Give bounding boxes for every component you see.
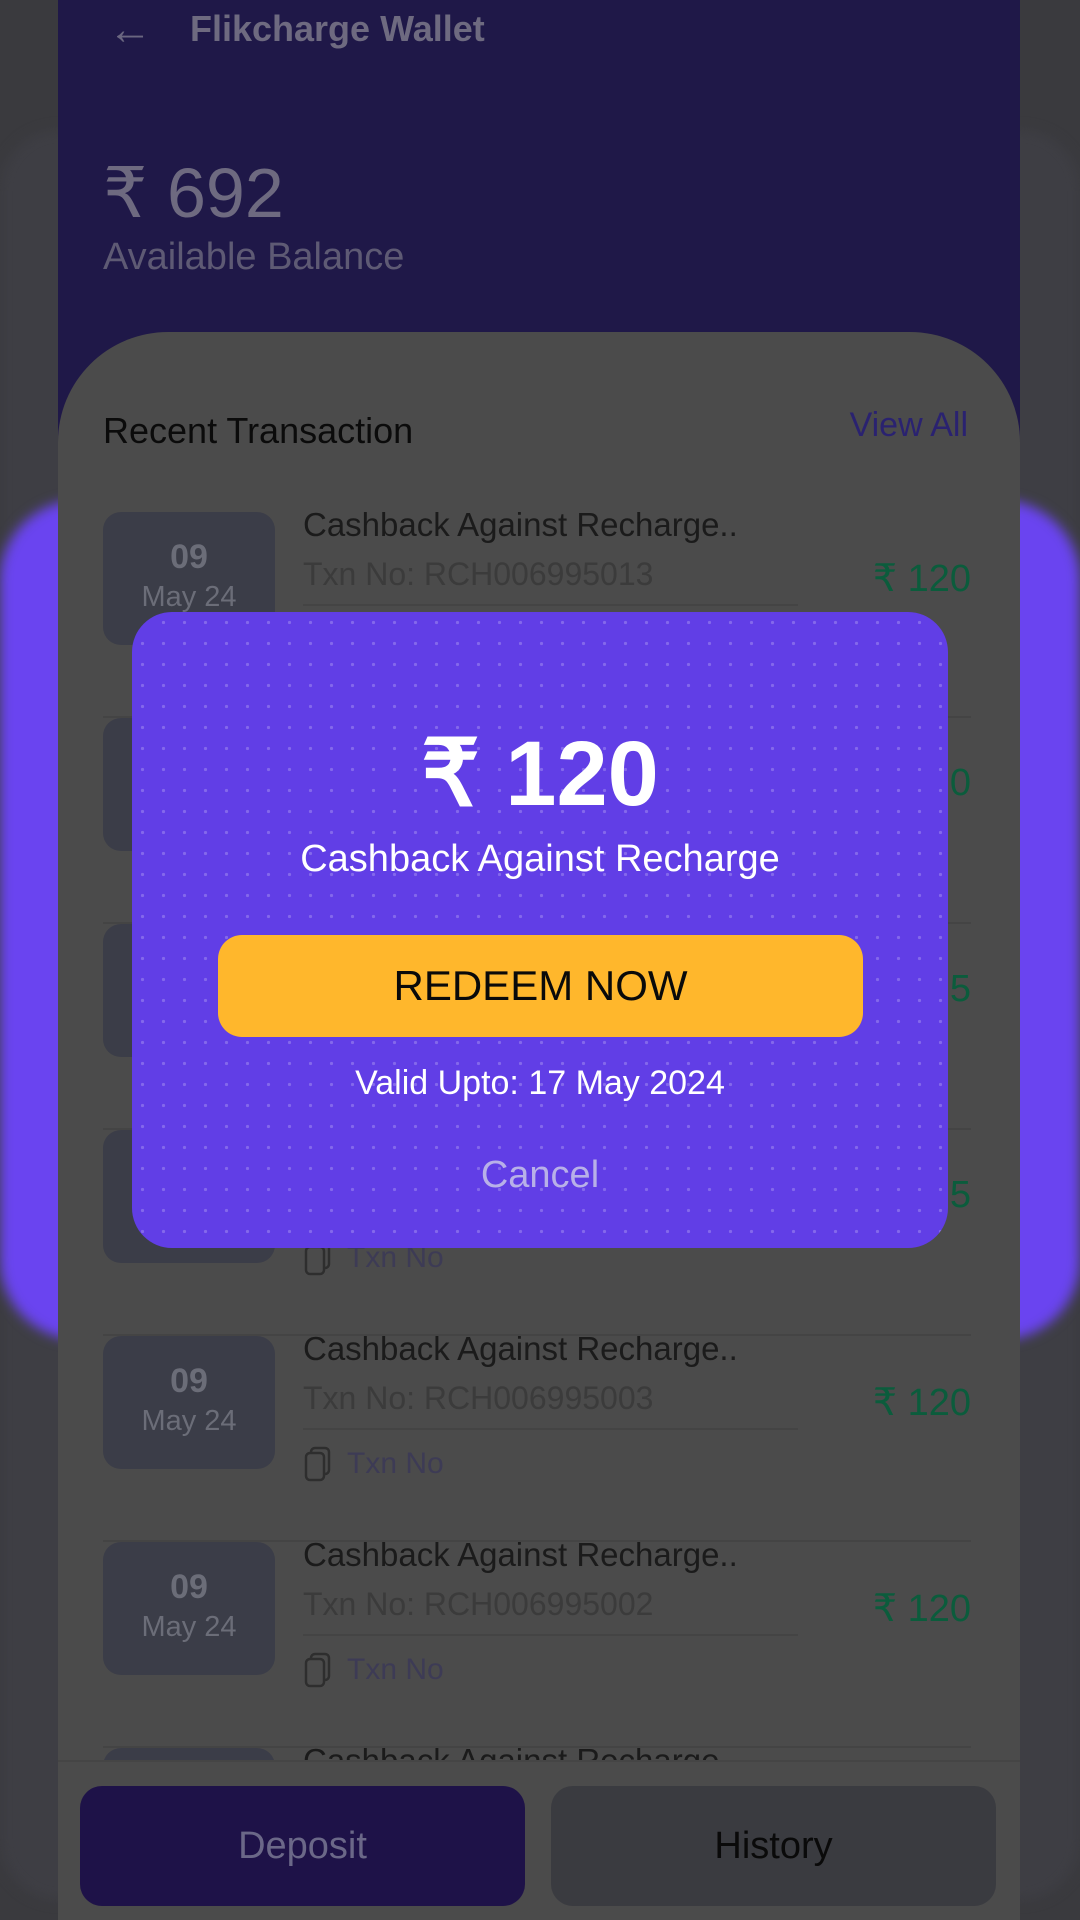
deposit-button[interactable]: Deposit	[80, 1786, 525, 1906]
cashback-amount: ₹ 120	[421, 723, 659, 825]
copy-icon	[304, 1652, 331, 1688]
cashback-dialog: ₹ 120 Cashback Against Recharge REDEEM N…	[132, 612, 948, 1248]
transaction-amount: ₹ 120	[872, 558, 971, 600]
copy-label: Txn No	[347, 1653, 444, 1686]
bottom-bar: Deposit History	[58, 1760, 1020, 1920]
back-button[interactable]: ←	[108, 8, 168, 52]
arrow-left-icon: ←	[108, 5, 152, 54]
redeem-now-button[interactable]: REDEEM NOW	[218, 935, 863, 1037]
transaction-amount: 0	[949, 762, 971, 804]
copy-txn-button[interactable]: Txn No	[303, 1652, 444, 1688]
date-badge: 09 May 24	[103, 1336, 275, 1469]
divider	[303, 1428, 798, 1430]
date-day: 09	[170, 1362, 208, 1400]
page-title: Flikcharge Wallet	[190, 8, 485, 49]
transaction-amount: 5	[949, 968, 971, 1010]
transaction-title: Cashback Against Recharge..	[303, 506, 738, 543]
copy-txn-button[interactable]: Txn No	[303, 1446, 444, 1482]
section-title: Recent Transaction	[103, 410, 414, 451]
transaction-number: Txn No: RCH006995003	[303, 1380, 654, 1416]
transaction-title: Cashback Against Recharge..	[303, 1536, 738, 1573]
divider	[303, 604, 798, 606]
copy-icon	[304, 1446, 331, 1482]
date-month: May 24	[141, 1611, 237, 1643]
transaction-amount: ₹ 120	[872, 1382, 971, 1424]
transaction-title: Cashback Against Recharge..	[303, 1330, 738, 1367]
cancel-button[interactable]: Cancel	[132, 1154, 948, 1197]
view-all-link[interactable]: View All	[850, 406, 968, 445]
transaction-number: Txn No: RCH006995013	[303, 556, 654, 592]
date-month: May 24	[141, 1405, 237, 1437]
divider	[303, 1634, 798, 1636]
copy-label: Txn No	[347, 1447, 444, 1480]
transaction-amount: 5	[949, 1174, 971, 1216]
transaction-row[interactable]: 09 May 24 Cashback Against Recharge.. Txn…	[103, 1536, 971, 1748]
date-day: 09	[170, 1568, 208, 1606]
history-button[interactable]: History	[551, 1786, 996, 1906]
balance-amount: ₹ 692	[103, 154, 284, 232]
transaction-row[interactable]: 09 May 24 Cashback Against Recharge.. Txn…	[103, 1330, 971, 1542]
date-month: May 24	[141, 581, 237, 613]
date-badge: 09 May 24	[103, 1542, 275, 1675]
cashback-subtitle: Cashback Against Recharge	[300, 838, 780, 880]
date-day: 09	[170, 538, 208, 576]
transaction-amount: ₹ 120	[872, 1588, 971, 1630]
valid-upto: Valid Upto: 17 May 2024	[355, 1064, 725, 1102]
transaction-number: Txn No: RCH006995002	[303, 1586, 654, 1622]
balance-label: Available Balance	[103, 236, 405, 278]
